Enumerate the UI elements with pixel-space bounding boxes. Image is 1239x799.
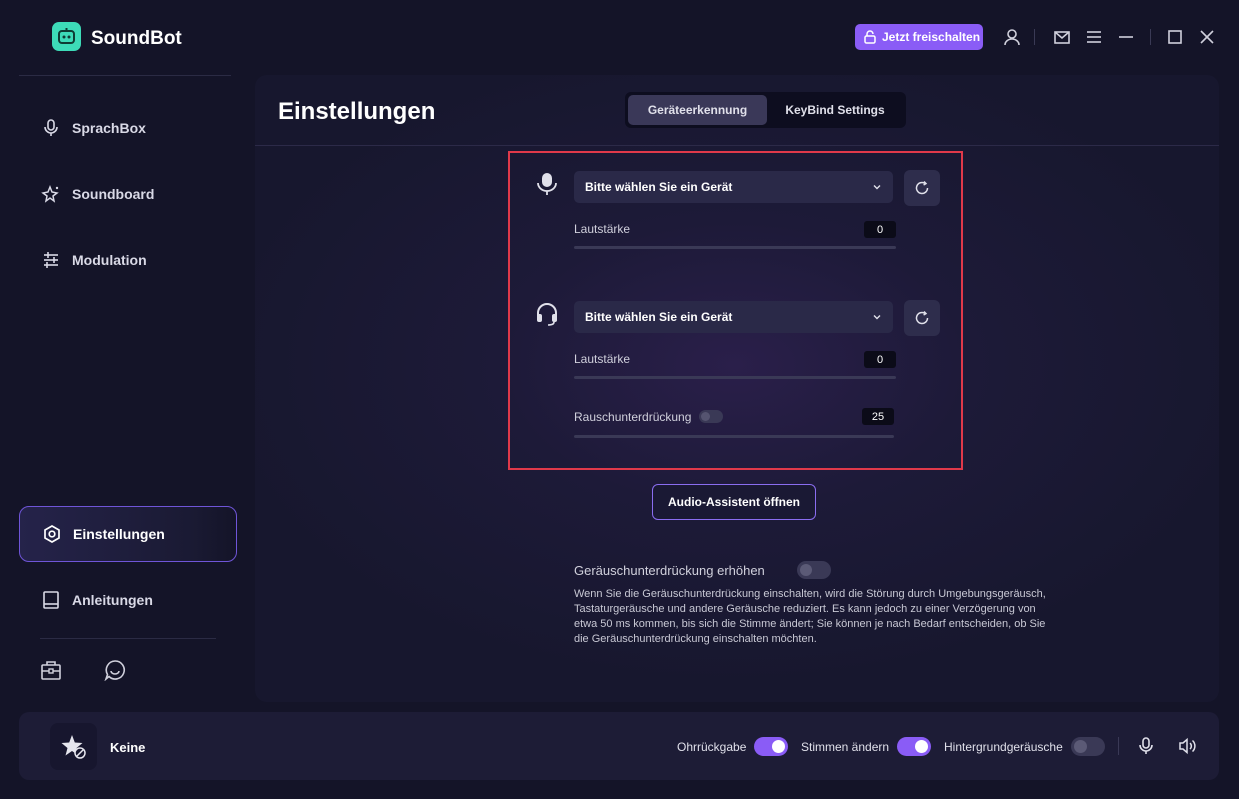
header-divider xyxy=(255,145,1219,146)
menu-icon[interactable] xyxy=(1084,27,1104,47)
book-icon xyxy=(43,590,59,609)
noise-suppression-slider[interactable] xyxy=(574,435,894,438)
sidebar-item-modulation[interactable]: Modulation xyxy=(19,232,237,287)
sidebar-divider xyxy=(19,75,231,76)
unlock-button-label: Jetzt freischalten xyxy=(882,30,981,44)
toolbox-icon[interactable] xyxy=(40,659,62,681)
page-title: Einstellungen xyxy=(278,98,436,125)
headset-icon xyxy=(537,303,557,326)
input-refresh-button[interactable] xyxy=(904,170,940,206)
topbar-divider xyxy=(1034,29,1035,45)
voice-change-label: Stimmen ändern xyxy=(801,740,890,754)
noise-boost-description: Wenn Sie die Geräuschunterdrückung einsc… xyxy=(574,588,1046,645)
noise-suppression-label: Rauschunterdrückung xyxy=(574,410,692,424)
sidebar-divider xyxy=(40,638,216,639)
bottombar-divider xyxy=(1118,737,1119,755)
chevron-down-icon xyxy=(873,185,881,190)
sidebar-item-anleitungen[interactable]: Anleitungen xyxy=(19,572,237,627)
app-title: SoundBot xyxy=(91,28,182,49)
tab-keybind-settings[interactable]: KeyBind Settings xyxy=(767,95,903,125)
robot-icon xyxy=(58,28,75,44)
background-sounds-label: Hintergrundgeräusche xyxy=(944,740,1063,754)
input-device-select[interactable]: Bitte wählen Sie ein Gerät xyxy=(574,171,893,203)
output-volume-value: 0 xyxy=(864,351,896,368)
sidebar-item-label: SprachBox xyxy=(72,119,146,136)
maximize-icon[interactable] xyxy=(1165,27,1185,47)
user-icon[interactable] xyxy=(1002,27,1022,47)
input-volume-slider[interactable] xyxy=(574,246,896,249)
sidebar-item-einstellungen[interactable]: Einstellungen xyxy=(19,506,237,562)
mail-icon[interactable] xyxy=(1052,27,1072,47)
ear-return-label: Ohrrückgabe xyxy=(677,740,747,754)
sidebar-item-label: Soundboard xyxy=(72,185,155,202)
bottom-bar: Keine Ohrrückgabe Stimmen ändern Hinterg… xyxy=(19,712,1219,780)
sidebar-item-sprachbox[interactable]: SprachBox xyxy=(19,100,237,155)
settings-tabs: Geräteerkennung KeyBind Settings xyxy=(625,92,906,128)
input-device-select-value: Bitte wählen Sie ein Gerät xyxy=(585,180,733,194)
app-logo xyxy=(52,22,81,51)
output-refresh-button[interactable] xyxy=(904,300,940,336)
current-voice-avatar[interactable] xyxy=(50,723,97,770)
microphone-icon[interactable] xyxy=(1136,736,1156,756)
microphone-icon xyxy=(537,173,557,195)
noise-boost-toggle[interactable] xyxy=(797,561,831,579)
background-sounds-toggle[interactable] xyxy=(1071,737,1105,756)
current-voice-name: Keine xyxy=(110,740,146,755)
close-icon[interactable] xyxy=(1197,27,1217,47)
topbar-divider xyxy=(1150,29,1151,45)
sidebar-item-label: Modulation xyxy=(72,251,147,268)
chat-bubble-icon[interactable] xyxy=(104,659,126,681)
noise-suppression-value: 25 xyxy=(862,408,894,425)
refresh-icon xyxy=(915,310,929,325)
output-device-select-value: Bitte wählen Sie ein Gerät xyxy=(585,310,733,324)
input-volume-label: Lautstärke xyxy=(574,222,631,236)
minimize-icon[interactable] xyxy=(1116,27,1136,47)
microphone-icon xyxy=(44,118,58,136)
input-volume-value: 0 xyxy=(864,221,896,238)
speaker-icon[interactable] xyxy=(1177,736,1197,756)
unlock-button[interactable]: Jetzt freischalten xyxy=(855,24,983,50)
chevron-down-icon xyxy=(873,315,881,320)
refresh-icon xyxy=(915,180,929,195)
sparkle-star-icon xyxy=(41,184,59,203)
tab-geraeteerkennung[interactable]: Geräteerkennung xyxy=(628,95,767,125)
sidebar-item-label: Anleitungen xyxy=(72,591,153,608)
voice-change-toggle[interactable] xyxy=(897,737,931,756)
settings-hexagon-icon xyxy=(44,525,60,543)
sidebar-item-soundboard[interactable]: Soundboard xyxy=(19,166,237,221)
settings-panel: Einstellungen Geräteerkennung KeyBind Se… xyxy=(255,75,1219,702)
output-volume-label: Lautstärke xyxy=(574,352,631,366)
unlock-icon xyxy=(864,30,876,44)
sidebar-item-label: Einstellungen xyxy=(73,526,165,542)
noise-boost-label: Geräuschunterdrückung erhöhen xyxy=(574,563,765,578)
sliders-icon xyxy=(44,251,58,268)
output-device-select[interactable]: Bitte wählen Sie ein Gerät xyxy=(574,301,893,333)
star-none-icon xyxy=(61,735,86,759)
audio-assistant-button[interactable]: Audio-Assistent öffnen xyxy=(652,484,816,520)
output-volume-slider[interactable] xyxy=(574,376,896,379)
ear-return-toggle[interactable] xyxy=(754,737,788,756)
noise-suppression-toggle[interactable] xyxy=(699,410,723,423)
